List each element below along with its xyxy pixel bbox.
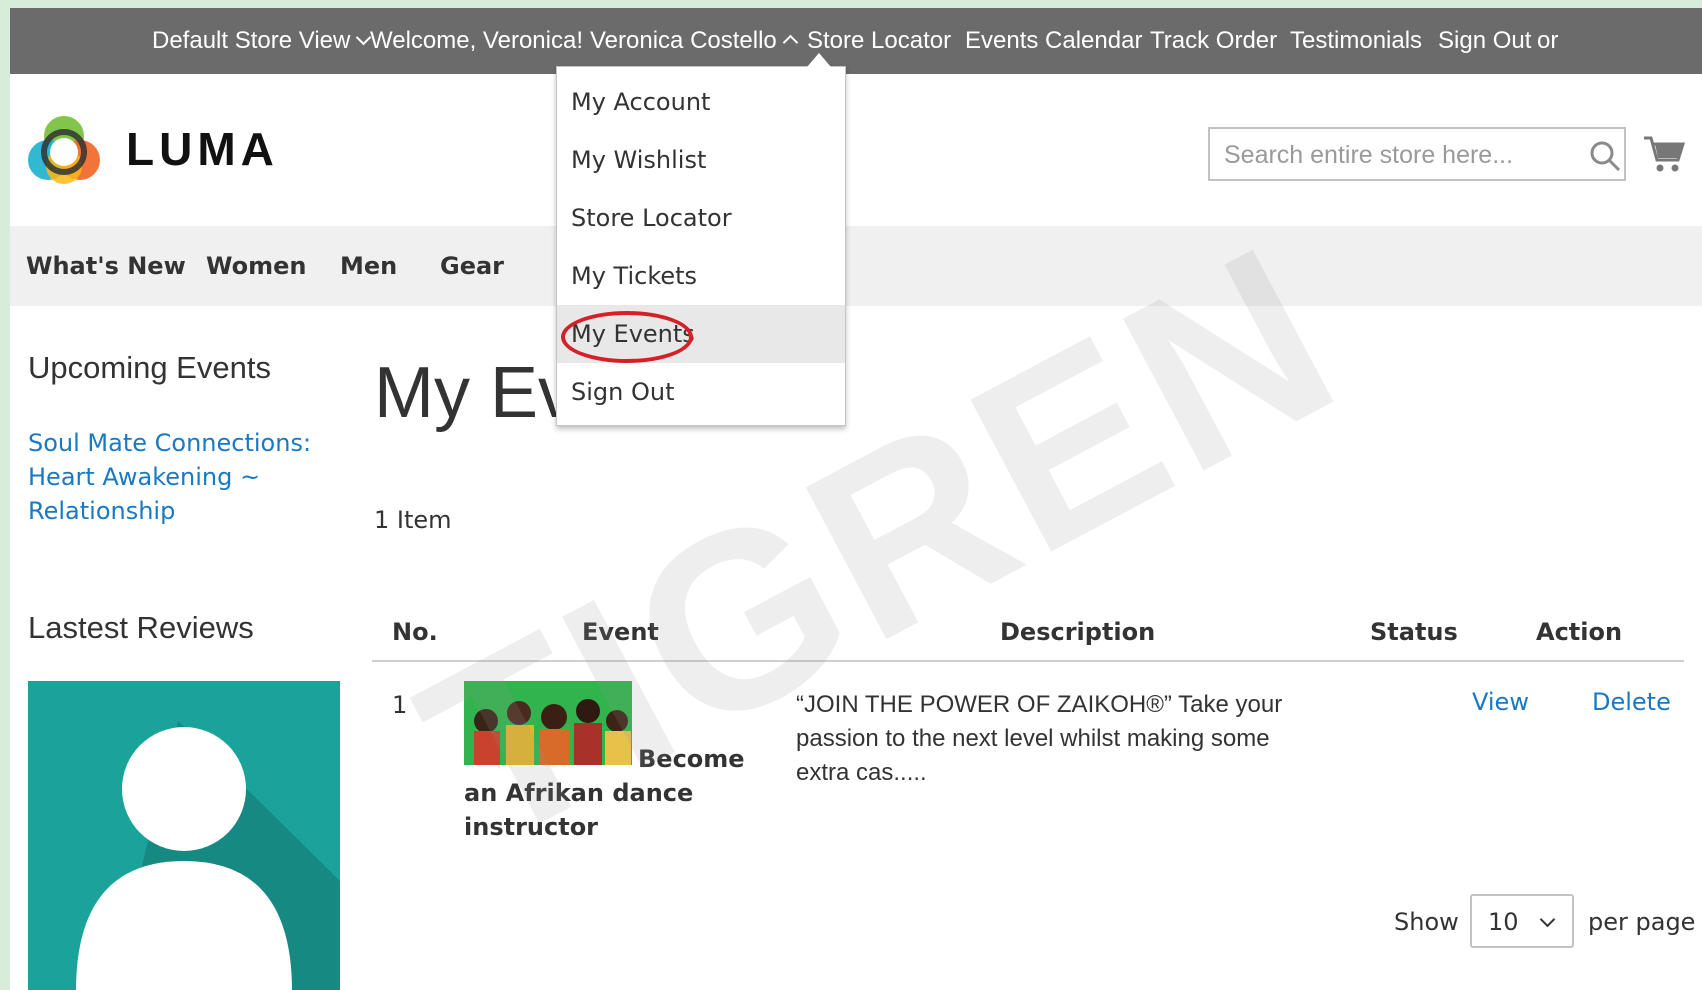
column-header-status: Status xyxy=(1370,618,1458,646)
per-page-value: 10 xyxy=(1488,908,1519,936)
chevron-down-icon xyxy=(1539,911,1556,928)
top-link-events-calendar[interactable]: Events Calendar xyxy=(965,8,1142,74)
store-view-label: Default Store View xyxy=(152,27,351,54)
cart-icon[interactable] xyxy=(1642,132,1686,176)
menu-item-my-tickets[interactable]: My Tickets xyxy=(557,247,845,305)
top-bar: Default Store View Welcome, Veronica! Ve… xyxy=(10,8,1702,74)
show-label: Show xyxy=(1394,908,1459,936)
logo-text[interactable]: LUMA xyxy=(126,122,279,176)
per-page-select[interactable]: 10 xyxy=(1470,894,1574,948)
main-nav: What's New Women Men Gear xyxy=(10,226,1702,306)
top-link-testimonials[interactable]: Testimonials xyxy=(1290,8,1422,74)
column-header-description: Description xyxy=(1000,618,1156,646)
account-name: Veronica Costello xyxy=(590,27,777,54)
nav-item-men[interactable]: Men xyxy=(340,226,397,306)
menu-item-my-events[interactable]: My Events xyxy=(557,305,845,363)
item-count: 1 Item xyxy=(374,506,452,534)
top-link-sign-out[interactable]: Sign Out xyxy=(1438,8,1531,74)
upcoming-event-link[interactable]: Soul Mate Connections: Heart Awakening ~… xyxy=(28,426,328,528)
nav-item-whats-new[interactable]: What's New xyxy=(26,226,186,306)
reviewer-avatar xyxy=(28,681,340,990)
latest-reviews-title: Lastest Reviews xyxy=(28,610,254,645)
store-view-switcher[interactable]: Default Store View xyxy=(152,8,372,74)
event-name[interactable]: Become an Afrikan dance instructor xyxy=(464,742,745,844)
menu-item-my-events-label: My Events xyxy=(571,320,695,348)
account-dropdown-menu: My Account My Wishlist Store Locator My … xyxy=(556,53,846,426)
column-header-event: Event xyxy=(582,618,659,646)
user-avatar-icon xyxy=(76,721,340,990)
menu-item-sign-out[interactable]: Sign Out xyxy=(557,363,845,421)
page-frame: Default Store View Welcome, Veronica! Ve… xyxy=(10,8,1702,990)
search-icon[interactable] xyxy=(1588,139,1622,173)
welcome-message: Welcome, Veronica! xyxy=(370,27,583,54)
search-input[interactable] xyxy=(1224,137,1554,173)
row-number: 1 xyxy=(392,691,408,719)
upcoming-events-title: Upcoming Events xyxy=(28,350,271,385)
menu-item-store-locator[interactable]: Store Locator xyxy=(557,189,845,247)
per-page-label: per page xyxy=(1588,908,1696,936)
account-menu-toggle[interactable]: Veronica Costello xyxy=(590,8,799,74)
nav-item-women[interactable]: Women xyxy=(206,226,306,306)
luma-logo-icon[interactable] xyxy=(26,114,102,190)
menu-item-my-account[interactable]: My Account xyxy=(557,73,845,131)
table-divider xyxy=(372,660,1684,662)
event-description: “JOIN THE POWER OF ZAIKOH®” Take your pa… xyxy=(796,691,1283,786)
column-header-no: No. xyxy=(392,618,438,646)
top-link-track-order[interactable]: Track Order xyxy=(1150,8,1277,74)
delete-event-link[interactable]: Delete xyxy=(1592,688,1671,716)
chevron-up-icon xyxy=(782,34,799,51)
column-header-action: Action xyxy=(1536,618,1623,646)
top-link-or: or xyxy=(1537,27,1559,54)
nav-item-gear[interactable]: Gear xyxy=(440,226,504,306)
menu-item-my-wishlist[interactable]: My Wishlist xyxy=(557,131,845,189)
search-box xyxy=(1208,127,1626,181)
view-event-link[interactable]: View xyxy=(1472,688,1529,716)
